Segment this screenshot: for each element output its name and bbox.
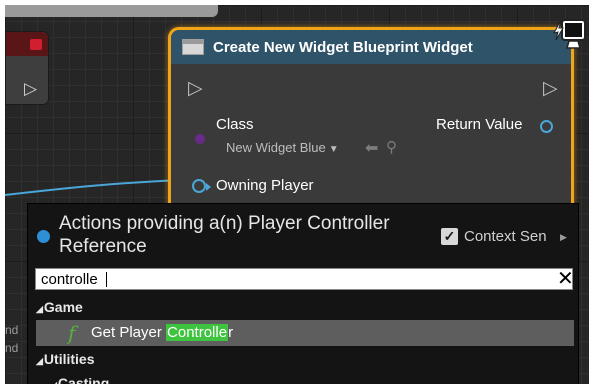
owning-player-pin[interactable] — [192, 179, 211, 193]
chevron-down-icon: ▼ — [328, 144, 339, 155]
reference-type-dot-icon — [37, 230, 50, 243]
monitor-icon[interactable] — [551, 17, 589, 53]
category-label: Casting — [57, 375, 110, 384]
search-input[interactable] — [41, 271, 521, 288]
collapse-triangle-icon: ◢ — [36, 356, 43, 366]
widget-icon — [182, 39, 204, 55]
category-label: Game — [43, 299, 83, 315]
action-result-label: Get Player Controller — [91, 324, 233, 341]
action-menu[interactable]: Actions providing a(n) Player Controller… — [27, 203, 579, 384]
close-icon[interactable]: ✕ — [557, 268, 574, 290]
collapse-triangle-icon: ◢ — [50, 380, 57, 384]
owning-player-label: Owning Player — [216, 177, 314, 194]
browse-icon[interactable]: ⚲ — [386, 138, 397, 156]
blueprint-graph[interactable]: ▷ nd nd Create New Widget Blueprint Widg… — [5, 5, 589, 384]
exec-in-pin-icon[interactable]: ▷ — [188, 79, 203, 98]
return-value-pin[interactable] — [540, 120, 553, 133]
context-sensitive-label[interactable]: Context Sen — [464, 228, 547, 245]
action-menu-title: Actions providing a(n) Player Controller… — [59, 213, 390, 257]
action-result-row[interactable]: f Get Player Controller — [36, 320, 574, 346]
function-icon: f — [68, 321, 76, 345]
class-label: Class — [216, 116, 254, 133]
return-value-label: Return Value — [436, 116, 523, 133]
context-sensitive-checkbox[interactable]: ✓ — [441, 228, 458, 245]
search-highlight: Controlle — [166, 324, 229, 341]
class-pin[interactable] — [195, 134, 205, 144]
category-game[interactable]: ◢Game — [36, 299, 83, 315]
exec-out-pin-icon[interactable]: ▷ — [543, 79, 558, 98]
category-label: Utilities — [43, 351, 95, 367]
node-header[interactable]: Create New Widget Blueprint Widget — [171, 30, 571, 64]
use-selected-icon[interactable]: ⬅ — [365, 138, 378, 158]
search-box[interactable]: ✕ — [35, 268, 574, 290]
node-title: Create New Widget Blueprint Widget — [213, 39, 473, 56]
create-widget-node[interactable]: Create New Widget Blueprint Widget ▷ ▷ C… — [168, 27, 574, 227]
class-dropdown[interactable]: New Widget Blue ▼ — [226, 140, 339, 155]
category-casting[interactable]: ◢Casting — [50, 375, 109, 384]
category-utilities[interactable]: ◢Utilities — [36, 351, 95, 367]
expand-arrow-icon[interactable]: ▶ — [560, 232, 567, 243]
result-prefix: Get Player — [91, 324, 167, 341]
class-dropdown-value: New Widget Blue — [226, 140, 326, 155]
collapse-triangle-icon: ◢ — [36, 304, 43, 314]
result-suffix: r — [228, 324, 234, 341]
text-caret — [106, 272, 107, 287]
